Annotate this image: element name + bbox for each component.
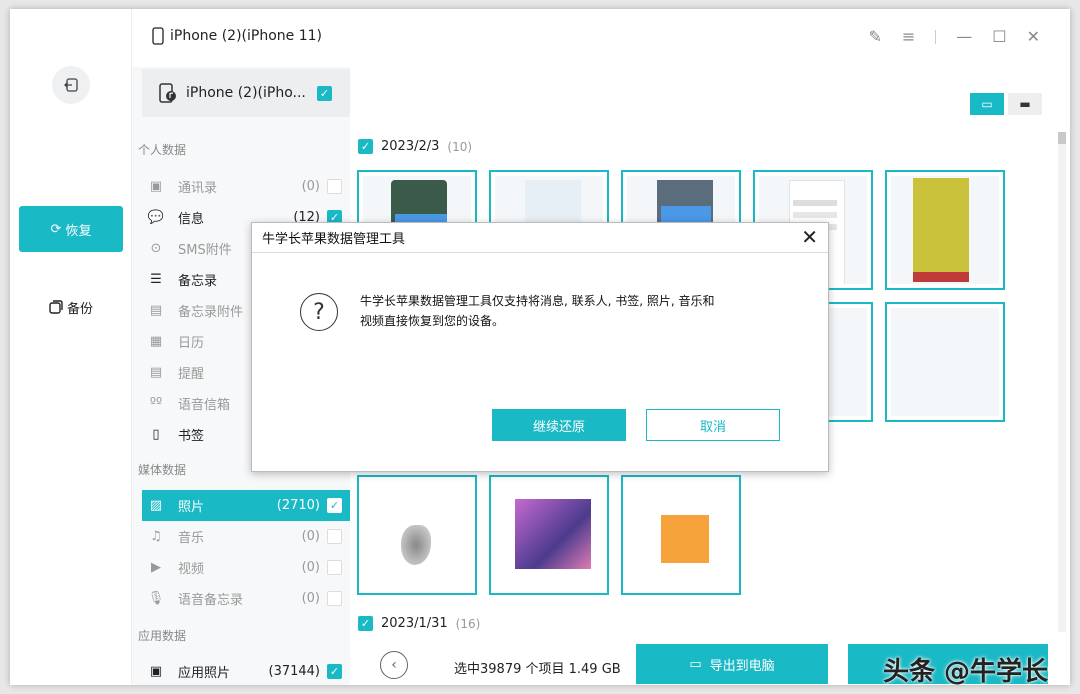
backup-icon xyxy=(49,300,63,314)
refresh-icon: ⟳ xyxy=(50,221,62,237)
maximize-button[interactable]: ☐ xyxy=(992,27,1006,46)
device-name: iPhone (2)(iPho... xyxy=(186,85,306,101)
previous-button[interactable]: ‹ xyxy=(380,651,408,679)
scrollbar-thumb[interactable] xyxy=(1058,132,1066,144)
selection-summary: 选中39879 个项目 1.49 GB xyxy=(454,662,621,677)
photo-thumbnail[interactable] xyxy=(885,170,1005,290)
video-icon: ▶ xyxy=(151,560,161,575)
date-group-header[interactable]: ✓ 2023/2/3 (10) xyxy=(358,139,472,154)
window-controls: ✎ ≡ — ☐ ✕ xyxy=(868,27,1040,46)
category-item-app-photos[interactable]: ▣ 应用照片 (37144) ✓ xyxy=(142,656,350,685)
attachment-icon: ⊙ xyxy=(150,241,162,256)
back-button[interactable] xyxy=(52,66,90,104)
watermark: 头条 @牛学长 xyxy=(882,657,1048,685)
device-music-icon xyxy=(159,83,176,103)
section-personal: 个人数据 xyxy=(138,143,187,157)
music-icon: ♫ xyxy=(150,529,162,544)
checkbox[interactable]: ✓ xyxy=(327,664,342,679)
continue-restore-button[interactable]: 继续还原 xyxy=(492,409,626,441)
section-apps: 应用数据 xyxy=(138,629,187,643)
left-rail: ⟳ 恢复 备份 xyxy=(10,9,132,685)
device-row[interactable]: iPhone (2)(iPho... ✓ xyxy=(142,69,350,117)
microphone-icon: 🎙 xyxy=(147,591,165,606)
checkbox[interactable] xyxy=(327,529,342,544)
close-window-button[interactable]: ✕ xyxy=(1027,27,1040,46)
bookmark-icon: ▯ xyxy=(152,427,160,442)
dialog-title: 牛学长苹果数据管理工具 xyxy=(252,223,828,253)
menu-icon[interactable]: ≡ xyxy=(902,27,915,46)
device-title-text: iPhone (2)(iPhone 11) xyxy=(170,28,322,44)
photo-image xyxy=(363,481,471,589)
checkbox[interactable] xyxy=(327,179,342,194)
export-to-pc-button[interactable]: ▭ 导出到电脑 xyxy=(636,644,828,684)
photo-image xyxy=(891,308,999,416)
device-title: iPhone (2)(iPhone 11) xyxy=(152,27,322,45)
checkbox[interactable]: ✓ xyxy=(327,498,342,513)
note-attachment-icon: ▤ xyxy=(149,303,163,318)
photo-thumbnail[interactable] xyxy=(489,475,609,595)
category-item-voice-memos[interactable]: 🎙 语音备忘录 (0) xyxy=(142,583,350,614)
nav-backup[interactable]: 备份 xyxy=(19,284,123,330)
calendar-icon: ▦ xyxy=(149,334,163,349)
category-item-music[interactable]: ♫ 音乐 (0) xyxy=(142,521,350,552)
edit-icon[interactable]: ✎ xyxy=(868,27,881,46)
info-dialog: 牛学长苹果数据管理工具 ✕ ? 牛学长苹果数据管理工具仅支持将消息, 联系人, … xyxy=(251,222,829,472)
reminder-icon: ▤ xyxy=(149,365,163,380)
divider xyxy=(935,29,937,44)
nav-backup-label: 备份 xyxy=(66,301,93,317)
contacts-icon: ▣ xyxy=(149,179,163,194)
minimize-button[interactable]: — xyxy=(956,27,972,46)
grid-view-icon[interactable]: ▭ xyxy=(970,93,1004,115)
cancel-button[interactable]: 取消 xyxy=(646,409,780,441)
photo-icon: ▨ xyxy=(149,498,163,513)
list-view-icon[interactable]: ▬ xyxy=(1008,93,1042,115)
category-item-photos[interactable]: ▨ 照片 (2710) ✓ xyxy=(142,490,350,521)
header: iPhone (2)(iPhone 11) ✎ ≡ — ☐ ✕ xyxy=(132,9,1070,67)
category-item-contacts[interactable]: ▣ 通讯录 (0) xyxy=(142,171,350,202)
nav-restore-label: 恢复 xyxy=(65,223,92,239)
dialog-message: 牛学长苹果数据管理工具仅支持将消息, 联系人, 书签, 照片, 音乐和 视频直接… xyxy=(360,294,715,328)
message-icon: 💬 xyxy=(147,210,165,225)
voicemail-icon: ºº xyxy=(149,396,163,411)
photo-image xyxy=(495,481,603,589)
photo-thumbnail[interactable] xyxy=(357,475,477,595)
question-icon: ? xyxy=(300,293,338,331)
scrollbar[interactable] xyxy=(1058,132,1066,632)
device-checkbox[interactable]: ✓ xyxy=(317,85,332,101)
app-photo-icon: ▣ xyxy=(149,664,163,679)
category-item-videos[interactable]: ▶ 视频 (0) xyxy=(142,552,350,583)
photo-image xyxy=(627,481,735,589)
nav-restore[interactable]: ⟳ 恢复 xyxy=(19,206,123,252)
section-media: 媒体数据 xyxy=(138,463,187,477)
exit-icon xyxy=(64,78,78,92)
phone-icon xyxy=(152,27,164,45)
photo-thumbnail[interactable] xyxy=(621,475,741,595)
view-toggle: ▭ ▬ xyxy=(970,93,1042,115)
dialog-close-button[interactable]: ✕ xyxy=(801,227,818,247)
date-group-checkbox[interactable]: ✓ xyxy=(358,139,373,154)
photo-image xyxy=(891,176,999,284)
checkbox[interactable] xyxy=(327,560,342,575)
photo-thumbnail[interactable] xyxy=(885,302,1005,422)
checkbox[interactable] xyxy=(327,591,342,606)
notes-icon: ☰ xyxy=(150,272,162,287)
chevron-left-icon: ‹ xyxy=(391,657,397,673)
app-window: ⟳ 恢复 备份 iPhone (2)(iPhone 11) ✎ ≡ — ☐ ✕ xyxy=(10,9,1070,685)
monitor-icon: ▭ xyxy=(689,656,702,672)
